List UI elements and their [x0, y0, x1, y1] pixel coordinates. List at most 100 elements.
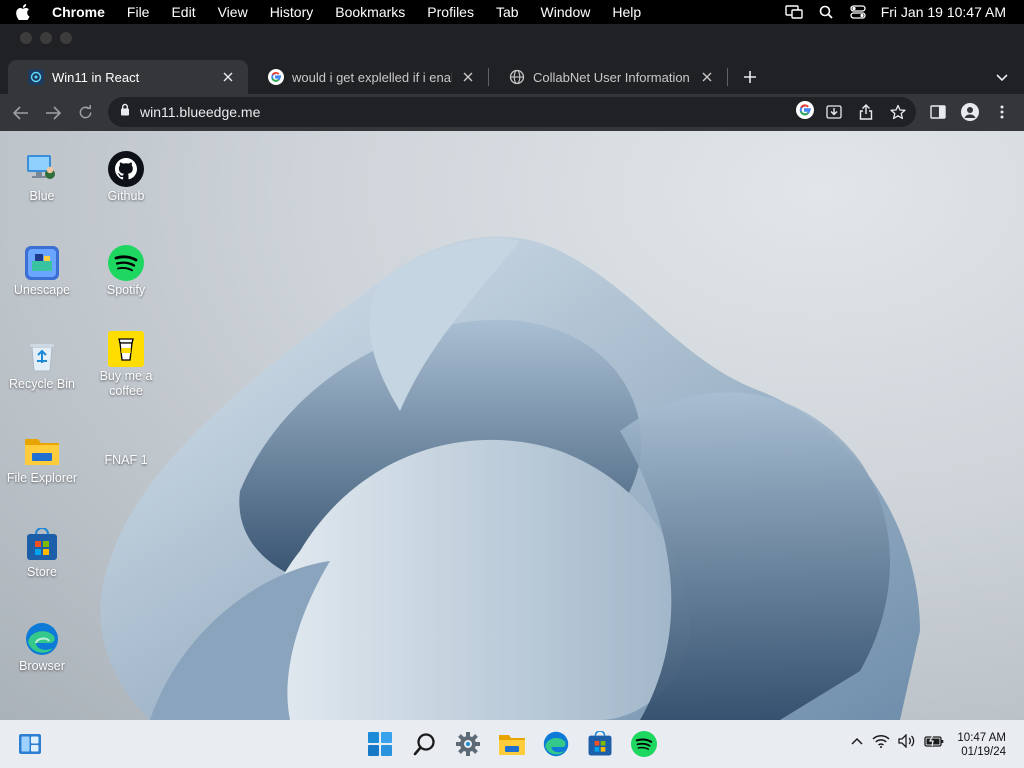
spotify-icon[interactable]	[628, 728, 660, 760]
url-text[interactable]: win11.blueedge.me	[140, 104, 260, 120]
globe-icon	[509, 69, 525, 85]
new-tab-button[interactable]	[734, 60, 766, 94]
chevron-up-icon[interactable]	[850, 736, 864, 746]
menu-history[interactable]: History	[259, 4, 325, 20]
tab-title: CollabNet User Information Ce	[533, 69, 691, 85]
bookmark-star-icon[interactable]	[886, 104, 910, 120]
menu-edit[interactable]: Edit	[160, 4, 206, 20]
desktop-icon-recycle-bin[interactable]: Recycle Bin	[0, 339, 84, 392]
desktop-icon-label: Recycle Bin	[9, 377, 75, 391]
tab-strip: Win11 in React would i get explelled if …	[0, 60, 1024, 94]
close-tab-icon[interactable]	[699, 69, 715, 85]
bloom-wallpaper	[100, 236, 920, 720]
desktop-icon-store[interactable]: Store	[0, 527, 84, 580]
desktop-icon-label: Browser	[19, 659, 65, 673]
menubar-clock[interactable]: Fri Jan 19 10:47 AM	[881, 4, 1006, 20]
edge-icon[interactable]	[540, 728, 572, 760]
coffee-icon	[108, 331, 144, 367]
recycle-bin-icon	[24, 339, 60, 375]
desktop-icon-label: Github	[107, 189, 145, 203]
desktop-icon-label: Unescape	[13, 283, 71, 297]
desktop-icon-label: FNAF 1	[104, 453, 148, 467]
desktop-icon-label: Blue	[29, 189, 55, 203]
menu-profiles[interactable]: Profiles	[416, 4, 485, 20]
store-icon[interactable]	[584, 728, 616, 760]
desktop-icon-buy-me-a-coffee[interactable]: Buy me a coffee	[84, 331, 168, 399]
lock-icon[interactable]	[120, 103, 130, 121]
taskbar-clock[interactable]: 10:47 AM 01/19/24	[957, 731, 1006, 759]
menu-bookmarks[interactable]: Bookmarks	[324, 4, 416, 20]
forward-button[interactable]	[37, 97, 69, 129]
mac-menu-bar: Chrome File Edit View History Bookmarks …	[0, 0, 1024, 24]
tab-title: would i get explelled if i enable	[292, 69, 452, 85]
tab-google-search[interactable]: would i get explelled if i enable	[248, 60, 488, 94]
menu-help[interactable]: Help	[601, 4, 652, 20]
toolbar-right	[922, 96, 1018, 128]
widgets-icon[interactable]	[14, 728, 46, 760]
close-window-button[interactable]	[20, 32, 32, 44]
wifi-icon[interactable]	[872, 734, 890, 748]
back-button[interactable]	[5, 97, 37, 129]
minimize-window-button[interactable]	[40, 32, 52, 44]
reload-button[interactable]	[69, 97, 101, 129]
tab-separator	[727, 68, 728, 86]
chrome-window: Win11 in React would i get explelled if …	[0, 24, 1024, 131]
window-controls	[20, 32, 72, 44]
zoom-window-button[interactable]	[60, 32, 72, 44]
win11-desktop[interactable]: Blue Unescape Recycle Bin File Explorer …	[0, 131, 1024, 720]
search-icon[interactable]	[409, 728, 441, 760]
desktop-icon-label: Buy me a coffee	[99, 369, 153, 398]
store-icon	[24, 527, 60, 563]
tab-title: Win11 in React	[52, 69, 140, 85]
desktop-icon-github[interactable]: Github	[84, 151, 168, 204]
blue-pc-icon	[24, 151, 60, 187]
menu-view[interactable]: View	[207, 4, 259, 20]
system-tray	[850, 734, 944, 748]
share-icon[interactable]	[854, 104, 878, 120]
desktop-icon-file-explorer[interactable]: File Explorer	[0, 433, 84, 486]
tab-search-chevron-icon[interactable]	[992, 68, 1012, 88]
desktop-icon-fnaf-1[interactable]: FNAF 1	[84, 451, 168, 468]
file-explorer-icon[interactable]	[496, 728, 528, 760]
volume-icon[interactable]	[898, 734, 916, 748]
start-icon[interactable]	[364, 728, 396, 760]
taskbar-date: 01/19/24	[961, 746, 1006, 758]
control-center-icon[interactable]	[849, 4, 867, 20]
install-app-icon[interactable]	[822, 104, 846, 120]
close-tab-icon[interactable]	[220, 69, 236, 85]
settings-icon[interactable]	[452, 728, 484, 760]
taskbar: 10:47 AM 01/19/24	[0, 720, 1024, 768]
close-tab-icon[interactable]	[460, 69, 476, 85]
desktop-icon-unescape[interactable]: Unescape	[0, 245, 84, 298]
tab-win11-react[interactable]: Win11 in React	[8, 60, 248, 94]
edge-icon	[24, 621, 60, 657]
desktop-icon-label: Spotify	[106, 283, 146, 297]
spotify-icon	[108, 245, 144, 281]
address-bar[interactable]: win11.blueedge.me	[108, 97, 916, 127]
browser-toolbar: win11.blueedge.me	[0, 94, 1024, 131]
menu-app-chrome[interactable]: Chrome	[46, 4, 116, 20]
desktop-icon-blue[interactable]: Blue	[0, 151, 84, 204]
tab-collabnet[interactable]: CollabNet User Information Ce	[489, 60, 727, 94]
unescape-icon	[24, 245, 60, 281]
google-lens-icon[interactable]	[796, 100, 814, 124]
desktop-icon-spotify[interactable]: Spotify	[84, 245, 168, 298]
side-panel-icon[interactable]	[922, 96, 954, 128]
profile-avatar-icon[interactable]	[954, 96, 986, 128]
google-icon	[268, 69, 284, 85]
menu-tab[interactable]: Tab	[485, 4, 530, 20]
desktop-icon-label: Store	[27, 565, 57, 579]
desktop-icon-label: File Explorer	[6, 471, 78, 485]
menu-window[interactable]: Window	[530, 4, 602, 20]
folder-icon	[24, 433, 60, 469]
screen-mirroring-icon[interactable]	[785, 4, 803, 20]
taskbar-time: 10:47 AM	[957, 732, 1006, 744]
kebab-menu-icon[interactable]	[986, 96, 1018, 128]
desktop-icon-browser[interactable]: Browser	[0, 621, 84, 674]
github-icon	[108, 151, 144, 187]
apple-menu-icon[interactable]	[0, 4, 46, 20]
battery-icon[interactable]	[924, 734, 944, 748]
win11-react-icon	[28, 69, 44, 85]
spotlight-search-icon[interactable]	[817, 4, 835, 20]
menu-file[interactable]: File	[116, 4, 161, 20]
